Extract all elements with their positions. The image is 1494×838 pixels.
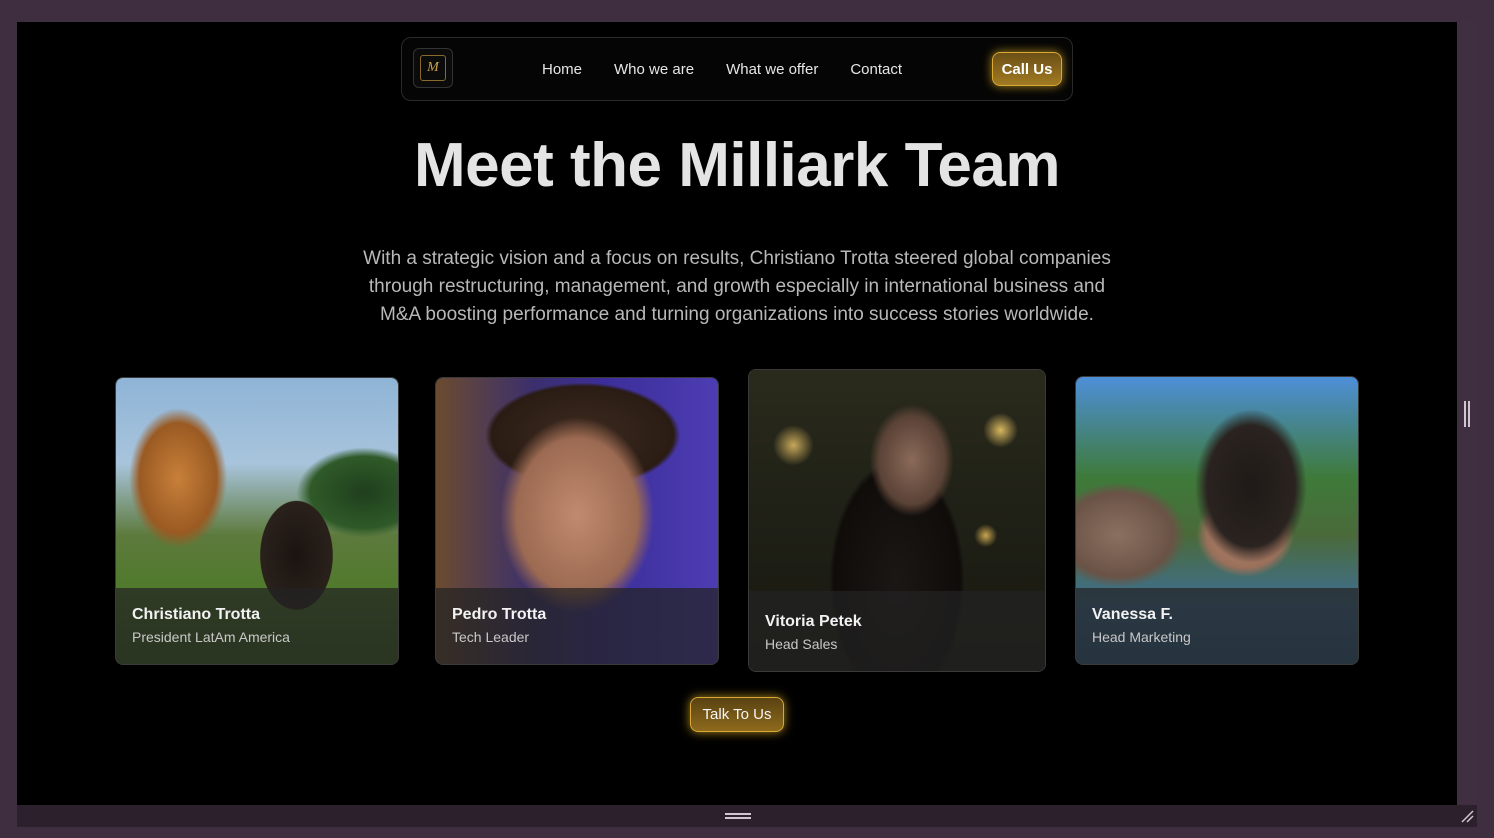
team-member-name: Pedro Trotta (452, 606, 547, 623)
call-us-button[interactable]: Call Us (992, 52, 1062, 86)
nav-link-what-we-offer[interactable]: What we offer (726, 61, 818, 78)
logo-emblem-icon: M (420, 55, 446, 81)
team-card-caption: Christiano Trotta President LatAm Americ… (116, 588, 398, 664)
page-title: Meet the Milliark Team (414, 131, 1060, 200)
logo-letter: M (427, 60, 439, 75)
team-card-vanessa[interactable]: Vanessa F. Head Marketing (1075, 376, 1359, 665)
nav-links: Home Who we are What we offer Contact (542, 38, 902, 100)
nav-link-who-we-are[interactable]: Who we are (614, 61, 694, 78)
page-viewport: M Home Who we are What we offer Contact … (17, 22, 1457, 805)
team-card-caption: Vanessa F. Head Marketing (1076, 588, 1358, 664)
team-member-role: Tech Leader (452, 629, 530, 645)
team-card-pedro[interactable]: Pedro Trotta Tech Leader (435, 377, 719, 665)
talk-to-us-button[interactable]: Talk To Us (690, 697, 784, 732)
corner-resize-grip-icon[interactable] (1459, 808, 1475, 824)
nav-link-home[interactable]: Home (542, 61, 582, 78)
nav-link-contact[interactable]: Contact (850, 61, 902, 78)
vertical-resize-handle-icon[interactable] (1464, 401, 1470, 427)
team-card-vitoria[interactable]: Vitoria Petek Head Sales (748, 369, 1046, 672)
team-card-caption: Pedro Trotta Tech Leader (436, 588, 718, 664)
team-member-name: Vitoria Petek (765, 613, 862, 630)
team-card-christiano[interactable]: Christiano Trotta President LatAm Americ… (115, 377, 399, 665)
team-member-role: Head Marketing (1092, 629, 1191, 645)
top-nav: M Home Who we are What we offer Contact … (401, 37, 1073, 101)
team-member-role: President LatAm America (132, 629, 290, 645)
team-card-caption: Vitoria Petek Head Sales (749, 591, 1045, 671)
team-member-role: Head Sales (765, 636, 838, 652)
team-member-name: Christiano Trotta (132, 606, 261, 623)
horizontal-resize-handle-icon[interactable] (725, 813, 751, 819)
team-member-name: Vanessa F. (1092, 606, 1173, 623)
intro-paragraph: With a strategic vision and a focus on r… (363, 248, 1111, 325)
logo[interactable]: M (413, 48, 453, 88)
